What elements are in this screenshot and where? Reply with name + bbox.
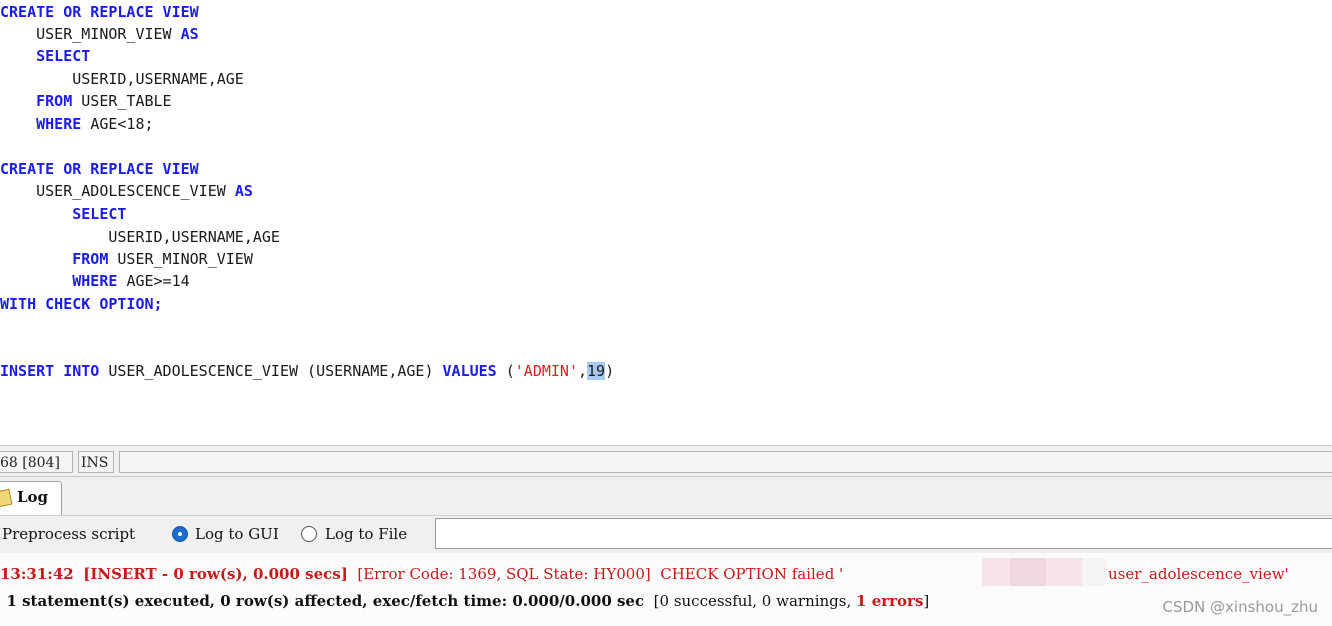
view-name: USER_ADOLESCENCE_VIEW [36, 182, 226, 200]
keyword: CREATE OR REPLACE VIEW [0, 3, 199, 21]
code-line-5: FROM USER_TABLE [0, 90, 172, 112]
code-line-10: SELECT [0, 203, 126, 225]
watermark: CSDN @xinshou_zhu [1158, 598, 1318, 616]
keyword: SELECT [36, 47, 91, 65]
log-options-bar: Preprocess script Log to GUI Log to File [0, 515, 1332, 553]
view-name: USER_MINOR_VIEW [36, 25, 172, 43]
column-list: USERID,USERNAME,AGE [72, 70, 244, 88]
log-file-path-input[interactable] [435, 518, 1332, 549]
keyword: INSERT INTO [0, 362, 100, 380]
code-line-9: USER_ADOLESCENCE_VIEW AS [0, 180, 253, 202]
log-time: 13:31:42 [0, 565, 74, 583]
results-tab-strip: Log [0, 477, 1332, 515]
redaction-block [982, 558, 1010, 586]
insert-target: USER_ADOLESCENCE_VIEW (USERNAME,AGE) [108, 362, 434, 380]
string-literal: 'ADMIN' [514, 362, 578, 380]
column-list: USERID,USERNAME,AGE [108, 228, 280, 246]
comma: , [577, 362, 588, 380]
log-error-count: 1 errors [856, 592, 924, 610]
log-error-message: [Error Code: 1369, SQL State: HY000] CHE… [357, 565, 844, 583]
preprocess-script-checkbox-label[interactable]: Preprocess script [2, 525, 135, 543]
log-status: [INSERT - 0 row(s), 0.000 secs] [83, 565, 348, 583]
code-line-14: WITH CHECK OPTION; [0, 293, 163, 315]
log-line-2: . 1 statement(s) executed, 0 row(s) affe… [0, 590, 929, 612]
code-line-4: USERID,USERNAME,AGE [0, 68, 244, 90]
tab-log[interactable]: Log [0, 481, 62, 515]
table-name: USER_TABLE [81, 92, 172, 110]
keyword: WHERE [36, 115, 82, 133]
keyword: SELECT [72, 205, 127, 223]
condition: AGE>=14 [126, 272, 190, 290]
code-line-11: USERID,USERNAME,AGE [0, 226, 280, 248]
log-to-gui-radio[interactable] [172, 526, 188, 542]
log-to-gui-label[interactable]: Log to GUI [195, 525, 279, 543]
code-line-8: CREATE OR REPLACE VIEW [0, 158, 199, 180]
keyword: AS [234, 182, 253, 200]
notepad-icon [0, 488, 13, 508]
editor-status-bar: 68 [804] INS [0, 445, 1332, 477]
log-output[interactable]: 13:31:42 [INSERT - 0 row(s), 0.000 secs]… [0, 553, 1332, 626]
keyword: FROM [36, 92, 73, 110]
condition: AGE<18; [90, 115, 154, 133]
selected-number: 19 [587, 362, 606, 380]
log-view-name: user_adolescence_view' [1108, 565, 1289, 583]
code-line-13: WHERE AGE>=14 [0, 270, 190, 292]
keyword: FROM [72, 250, 109, 268]
paren-open: ( [505, 362, 515, 380]
code-line-12: FROM USER_MINOR_VIEW [0, 248, 253, 270]
log-exec-summary: . 1 statement(s) executed, 0 row(s) affe… [0, 592, 645, 610]
log-to-file-label[interactable]: Log to File [325, 525, 407, 543]
keyword: WHERE [72, 272, 118, 290]
sql-editor[interactable]: CREATE OR REPLACE VIEW USER_MINOR_VIEW A… [0, 0, 1332, 445]
log-line-1: 13:31:42 [INSERT - 0 row(s), 0.000 secs]… [0, 563, 843, 585]
code-line-1: CREATE OR REPLACE VIEW [0, 1, 199, 23]
cursor-position: 68 [804] [0, 451, 73, 473]
insert-mode-indicator: INS [78, 451, 114, 473]
redaction-block [1010, 558, 1046, 586]
keyword: WITH CHECK OPTION; [0, 295, 163, 313]
tab-log-label: Log [17, 488, 49, 506]
redaction-block [1046, 558, 1082, 586]
keyword: AS [180, 25, 199, 43]
table-name: USER_MINOR_VIEW [117, 250, 253, 268]
code-line-6: WHERE AGE<18; [0, 113, 154, 135]
redaction-block [1082, 558, 1106, 586]
code-line-2: USER_MINOR_VIEW AS [0, 23, 199, 45]
paren-close: ) [605, 362, 615, 380]
status-empty-cell [119, 451, 1332, 473]
code-line-3: SELECT [0, 45, 90, 67]
keyword: VALUES [442, 362, 497, 380]
log-result-summary: [0 successful, 0 warnings, [653, 592, 852, 610]
log-to-file-radio[interactable] [301, 526, 317, 542]
log-bracket-close: ] [923, 592, 930, 610]
code-line-insert: INSERT INTO USER_ADOLESCENCE_VIEW (USERN… [0, 360, 614, 382]
keyword: CREATE OR REPLACE VIEW [0, 160, 199, 178]
